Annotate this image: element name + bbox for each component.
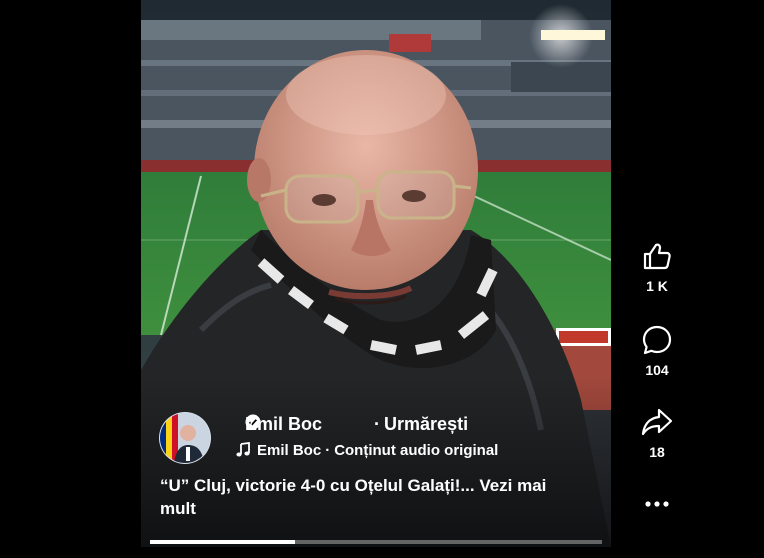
caption-text: “U” Cluj, victorie 4-0 cu Oțelul Galați!… — [160, 476, 475, 495]
author-line: Emil Boc · Urmărești — [245, 414, 468, 435]
avatar-image — [160, 413, 210, 463]
video-progress-bar[interactable] — [150, 540, 602, 544]
post-caption: “U” Cluj, victorie 4-0 cu Oțelul Galați!… — [160, 474, 580, 520]
comment-action[interactable]: 104 — [625, 324, 689, 378]
author-separator: · — [374, 414, 381, 434]
audio-line[interactable]: Emil Boc · Conținut audio original — [235, 442, 498, 459]
like-action[interactable]: 1 K — [625, 240, 689, 294]
comment-bubble-icon — [642, 325, 672, 355]
more-options-button[interactable] — [643, 495, 671, 513]
author-row: Emil Boc · Urmărești Emil Boc · Conținut… — [159, 412, 601, 464]
more-dots-icon — [645, 501, 669, 507]
share-arrow-icon — [641, 408, 673, 436]
share-count: 18 — [649, 444, 665, 460]
globe-icon — [245, 414, 366, 433]
verified-badge-icon — [245, 414, 344, 433]
video-progress-fill — [150, 540, 295, 544]
audio-label: Conținut audio original — [334, 442, 499, 459]
share-action[interactable]: 18 — [625, 406, 689, 460]
audio-artist: Emil Boc — [257, 442, 322, 459]
author-avatar[interactable] — [159, 412, 211, 464]
bottom-gradient — [141, 377, 611, 547]
comment-count: 104 — [645, 362, 669, 378]
music-note-icon — [235, 442, 251, 459]
like-count: 1 K — [646, 278, 668, 294]
following-button[interactable]: Urmărești — [384, 414, 468, 435]
audio-separator: · — [325, 442, 331, 459]
video-player[interactable]: Emil Boc · Urmărești Emil Boc · Conținut… — [141, 0, 611, 547]
thumbs-up-icon — [643, 243, 671, 270]
